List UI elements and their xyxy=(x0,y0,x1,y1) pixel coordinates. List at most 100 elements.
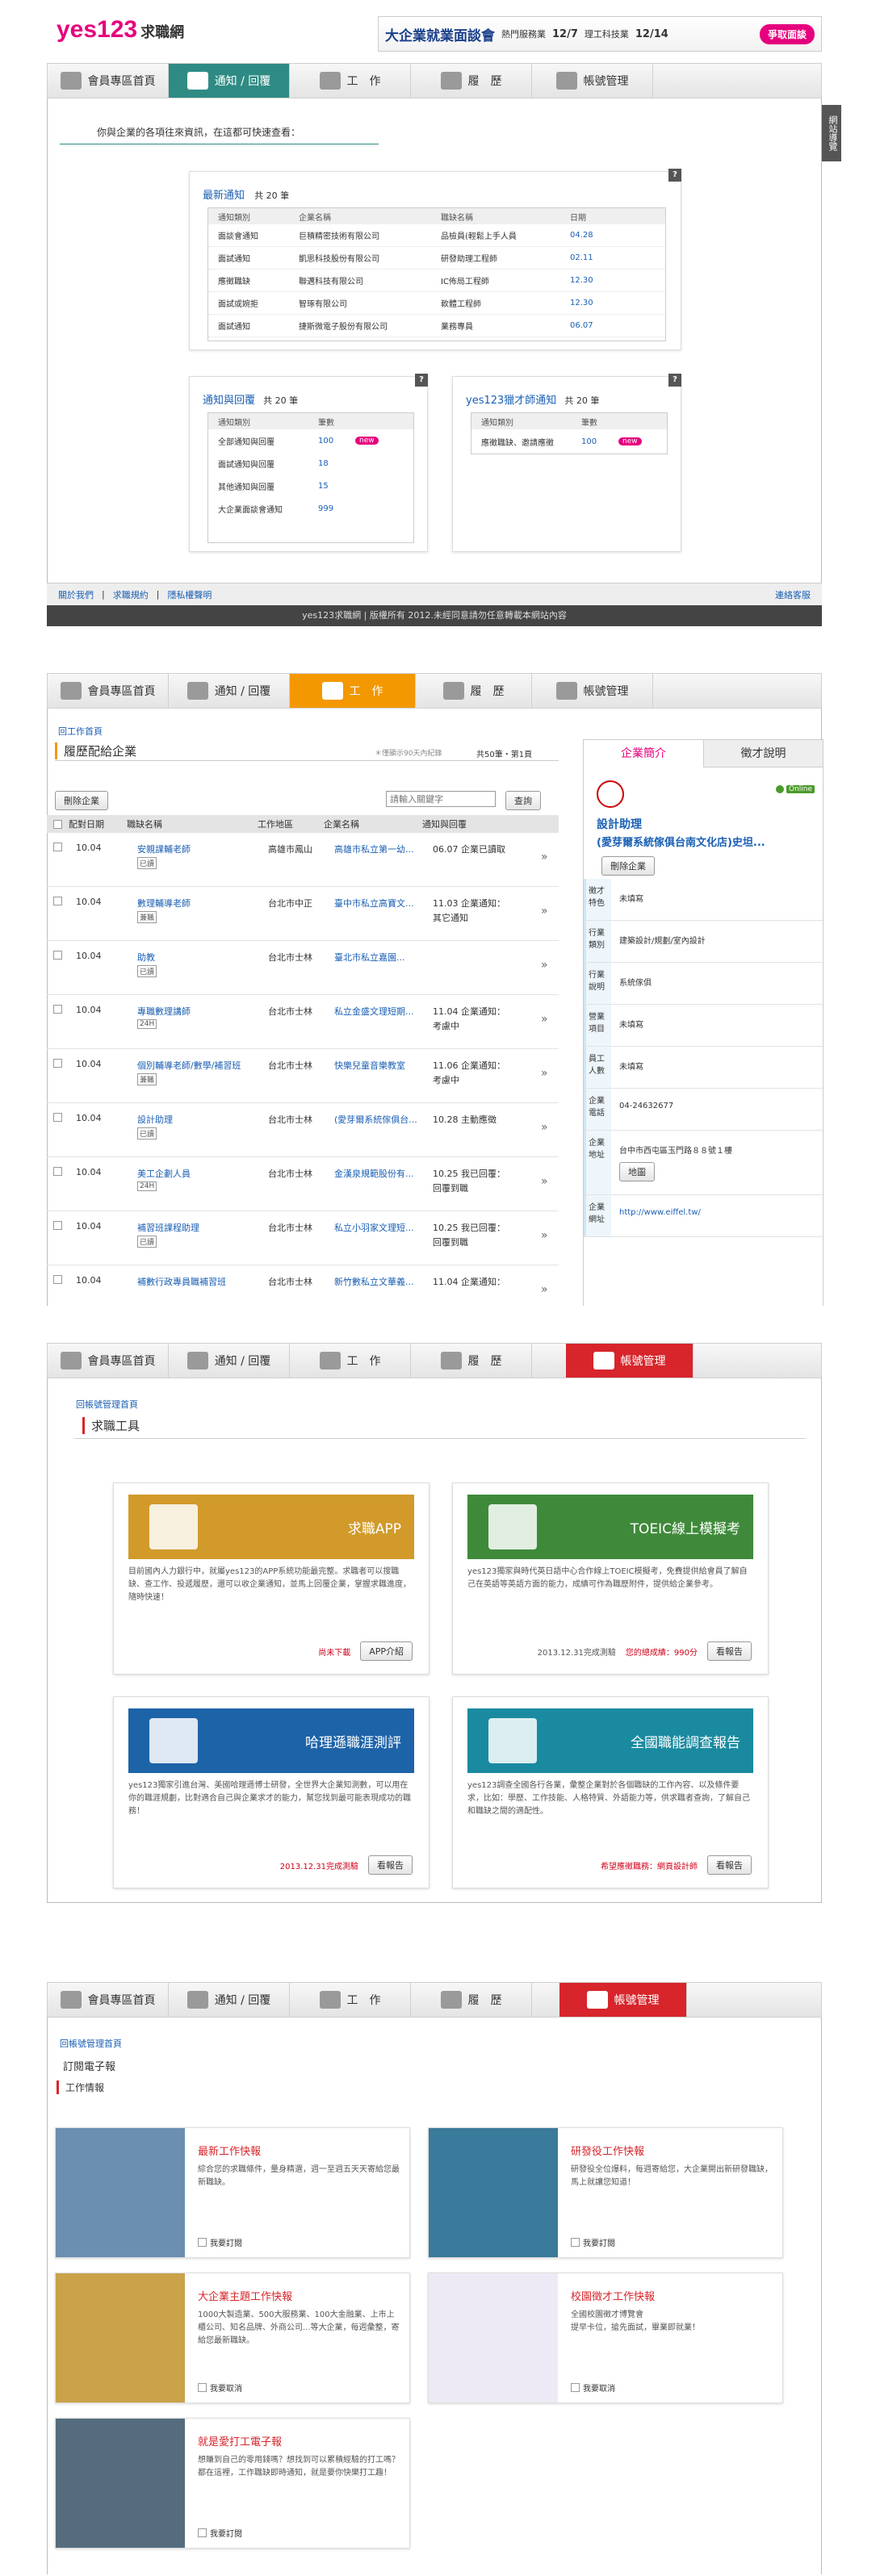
notify-count-link[interactable]: 100 xyxy=(318,437,350,445)
latest-cell[interactable]: 研發助理工程師 xyxy=(441,252,570,264)
tab-member-home[interactable]: 會員專區首頁 xyxy=(48,674,169,708)
help-icon[interactable]: ? xyxy=(415,374,428,387)
footer-terms-link[interactable]: 求職規約 xyxy=(113,588,149,601)
chevron-right-icon[interactable]: » xyxy=(541,1067,548,1080)
latest-cell[interactable]: 12.30 xyxy=(570,276,635,285)
job-row[interactable]: 10.04 美工企劃人員 24H 台北市士林 金漢泉規範股份有... 10.25 我已回覆… xyxy=(47,1157,559,1211)
latest-cell[interactable]: 業務專員 xyxy=(441,320,570,332)
search-button[interactable]: 查詢 xyxy=(505,791,541,810)
latest-cell[interactable]: 聯邁科技有限公司 xyxy=(299,274,441,286)
job-row[interactable]: 10.04 數理輔導老師 兼職 台北市中正 臺中市私立高寶文... 11.03 企業通知：… xyxy=(47,887,559,941)
tab-jobs[interactable]: 工 作 xyxy=(290,674,416,708)
company-link[interactable]: 臺中市私立高寶文... xyxy=(334,897,430,910)
latest-cell[interactable]: 02.11 xyxy=(570,253,635,262)
tab-account[interactable]: 帳號管理 xyxy=(532,674,653,708)
company-link[interactable]: 新竹數私立文華義... xyxy=(334,1275,430,1288)
job-row[interactable]: 10.04 設計助理 已讀 台北市士林 (愛芽爾系統傢俱台... 10.28 主動應徵 » xyxy=(47,1103,559,1157)
event-banner[interactable]: 大企業就業面談會 熱門服務業 12/7 理工科技業 12/14 爭取面談 xyxy=(378,16,822,52)
company-link[interactable]: (愛芽爾系統傢俱台... xyxy=(334,1113,430,1126)
hunter-count-link[interactable]: 100 xyxy=(581,437,614,446)
tab-resume[interactable]: 履 歷 xyxy=(411,64,532,98)
row-checkbox[interactable] xyxy=(53,1221,62,1230)
tool-banner[interactable]: 哈理遜職涯測評 xyxy=(128,1708,414,1773)
keyword-search-input[interactable] xyxy=(386,791,496,807)
tab-notifications[interactable]: 通知 / 回覆 xyxy=(169,64,290,98)
help-icon[interactable]: ? xyxy=(668,374,681,387)
site-guide-tab[interactable]: 網站導覽 xyxy=(822,105,841,161)
company-link[interactable]: 私立小羽家文理短... xyxy=(334,1221,430,1234)
company-link[interactable]: 臺北市私立嘉園... xyxy=(334,951,430,964)
row-checkbox[interactable] xyxy=(53,843,62,851)
chevron-right-icon[interactable]: » xyxy=(541,959,548,972)
delete-company-button[interactable]: 刪除企業 xyxy=(55,791,108,810)
latest-cell[interactable]: 品檢員(輕鬆上手人員 xyxy=(441,229,570,241)
latest-row[interactable]: 面試通知 捷斯微電子股份有限公司 業務專員 06.07 xyxy=(208,315,665,337)
job-row[interactable]: 10.04 專職數理講師 24H 台北市士林 私立金盛文理短期... 11.04 企業通知… xyxy=(47,995,559,1049)
row-checkbox[interactable] xyxy=(53,1113,62,1122)
newsletter-subscribe-toggle[interactable]: 我要訂閱 xyxy=(198,2527,242,2539)
subscribe-checkbox[interactable] xyxy=(198,2238,207,2247)
row-checkbox[interactable] xyxy=(53,1275,62,1284)
latest-row[interactable]: 面試或婉拒 智琢有限公司 軟體工程師 12.30 xyxy=(208,292,665,315)
hunter-row[interactable]: 應徵職缺、邀請應徵 100 new xyxy=(471,429,667,454)
tab-member-home[interactable]: 會員專區首頁 xyxy=(48,64,169,98)
row-checkbox[interactable] xyxy=(53,1005,62,1014)
job-title-link[interactable]: 設計助理 xyxy=(137,1113,265,1126)
notify-row[interactable]: 大企業面談會通知 999 xyxy=(208,497,413,520)
job-title-link[interactable]: 美工企劃人員 xyxy=(137,1167,265,1180)
notify-row[interactable]: 其他通知與回覆 15 xyxy=(208,475,413,497)
chevron-right-icon[interactable]: » xyxy=(541,1229,548,1242)
logo[interactable]: yes123 求職網 xyxy=(57,16,184,44)
newsletter-title[interactable]: 校園徵才工作快報 xyxy=(571,2288,655,2303)
tab-notifications[interactable]: 通知 / 回覆 xyxy=(169,1983,290,2017)
newsletter-title[interactable]: 最新工作快報 xyxy=(198,2143,261,2158)
row-checkbox[interactable] xyxy=(53,1059,62,1068)
latest-cell[interactable]: 凱思科技股份有限公司 xyxy=(299,252,441,264)
tab-account[interactable]: 帳號管理 xyxy=(566,1344,694,1378)
panel-job-name[interactable]: 設計助理 xyxy=(597,816,642,832)
job-title-link[interactable]: 專職數理講師 xyxy=(137,1005,265,1018)
tab-resume[interactable]: 履 歷 xyxy=(416,674,532,708)
latest-cell[interactable]: 04.28 xyxy=(570,231,635,240)
latest-cell[interactable]: IC佈局工程師 xyxy=(441,274,570,286)
notify-count-link[interactable]: 18 xyxy=(318,459,350,468)
company-link[interactable]: 快樂兒童音樂教室 xyxy=(334,1059,430,1072)
chevron-right-icon[interactable]: » xyxy=(541,1283,548,1296)
help-icon[interactable]: ? xyxy=(668,169,681,182)
newsletter-title[interactable]: 就是愛打工電子報 xyxy=(198,2433,282,2448)
latest-cell[interactable]: 智琢有限公司 xyxy=(299,297,441,309)
newsletter-title[interactable]: 研發役工作快報 xyxy=(571,2143,644,2158)
job-row[interactable]: 10.04 個別輔導老師/數學/補習班 兼職 台北市士林 快樂兒童音樂教室 11.06 企… xyxy=(47,1049,559,1103)
latest-cell[interactable]: 捷斯微電子股份有限公司 xyxy=(299,320,441,332)
col-job[interactable]: 職缺名稱 xyxy=(127,818,258,830)
panel-delete-button[interactable]: 刪除企業 xyxy=(601,856,655,876)
tab-notifications[interactable]: 通知 / 回覆 xyxy=(169,1344,290,1378)
panel-company-name[interactable]: (愛芽爾系統傢俱台南文化店)史坦... xyxy=(597,834,765,849)
select-all-checkbox[interactable] xyxy=(53,819,62,829)
back-to-account-link[interactable]: 回帳號管理首頁 xyxy=(60,2037,122,2050)
subscribe-checkbox[interactable] xyxy=(571,2238,580,2247)
tab-notifications[interactable]: 通知 / 回覆 xyxy=(169,674,290,708)
row-checkbox[interactable] xyxy=(53,951,62,960)
col-date[interactable]: 配對日期 xyxy=(69,818,127,830)
tool-banner[interactable]: 全國職能調查報告 xyxy=(467,1708,753,1773)
tab-resume[interactable]: 履 歷 xyxy=(411,1983,532,2017)
notify-count-link[interactable]: 999 xyxy=(318,504,350,513)
tab-member-home[interactable]: 會員專區首頁 xyxy=(48,1983,169,2017)
panel-tab-intro[interactable]: 企業簡介 xyxy=(584,740,703,767)
col-company[interactable]: 企業名稱 xyxy=(324,818,422,830)
job-row[interactable]: 10.04 補數行政專員職補習班 台北市士林 新竹數私立文華義... 11.04 企業通… xyxy=(47,1265,559,1306)
map-button[interactable]: 地圖 xyxy=(619,1162,655,1181)
footer-contact-link[interactable]: 連絡客服 xyxy=(775,588,811,601)
latest-cell[interactable]: 12.30 xyxy=(570,299,635,307)
notify-row[interactable]: 全部通知與回覆 100 new xyxy=(208,429,413,452)
job-title-link[interactable]: 補數行政專員職補習班 xyxy=(137,1275,265,1288)
latest-row[interactable]: 應徵職缺 聯邁科技有限公司 IC佈局工程師 12.30 xyxy=(208,270,665,292)
subscribe-checkbox[interactable] xyxy=(571,2383,580,2392)
job-row[interactable]: 10.04 補習班課程助理 已讀 台北市士林 私立小羽家文理短... 10.25 我已回覆… xyxy=(47,1211,559,1265)
subscribe-checkbox[interactable] xyxy=(198,2383,207,2392)
tab-account[interactable]: 帳號管理 xyxy=(559,1983,687,2017)
back-to-jobs-link[interactable]: 回工作首頁 xyxy=(58,725,103,738)
latest-cell[interactable]: 軟體工程師 xyxy=(441,297,570,309)
back-to-account-link[interactable]: 回帳號管理首頁 xyxy=(76,1398,138,1411)
